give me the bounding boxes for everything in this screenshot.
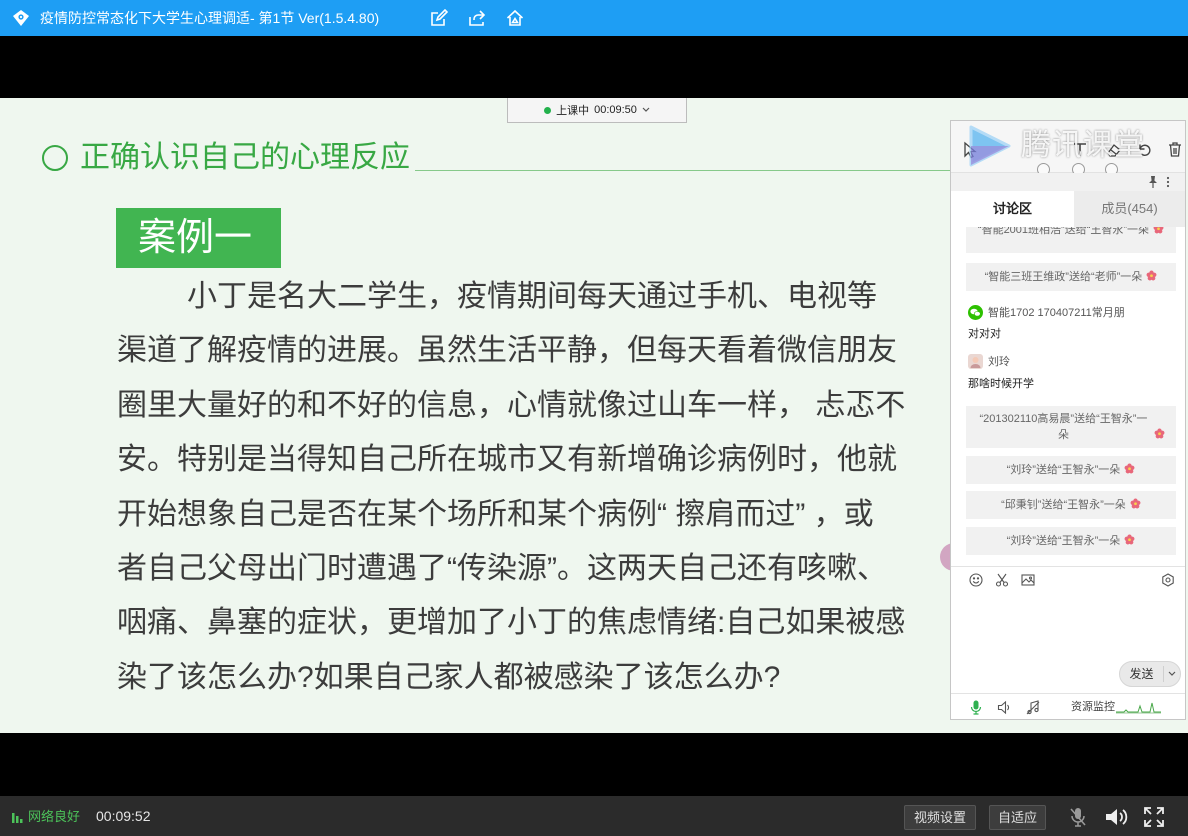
emoji-icon[interactable] <box>969 573 983 587</box>
title-bar: 疫情防控常态化下大学生心理调适- 第1节 Ver(1.5.4.80) <box>0 0 1188 36</box>
settings-icon[interactable] <box>1161 573 1175 587</box>
paragraph-line: 圈里大量好的和不好的信息，心情就像过山车一样， 忐忑不 <box>117 388 906 422</box>
paragraph-line: 开始想象自己是否在某个场所和某个病例“ 擦肩而过” ，或 <box>117 497 874 531</box>
flower-icon <box>1124 463 1135 474</box>
flower-icon <box>1153 227 1164 234</box>
paragraph-line: 染了该怎么办?如果自己家人都被感染了该怎么办? <box>117 660 781 694</box>
gift-notice: “智能2001班相浩”送给“王智永”一朵 <box>966 227 1176 253</box>
send-button[interactable]: 发送 <box>1119 661 1181 687</box>
gift-text: “邱秉钊”送给“王智永”一朵 <box>1001 499 1126 511</box>
app-logo-icon <box>12 9 30 27</box>
case-paragraph: 小丁是名大二学生，疫情期间每天通过手机、电视等 渠道了解疫情的进展。虽然生活平静… <box>117 270 947 705</box>
home-icon[interactable] <box>506 9 524 27</box>
paragraph-line: 咽痛、鼻塞的症状，更增加了小丁的焦虑情绪:自己如果被感 <box>117 606 906 640</box>
gift-text: “智能三班王维政”送给“老师”一朵 <box>984 271 1143 283</box>
image-icon[interactable] <box>1021 573 1035 587</box>
chat-message-header: 刘玲 <box>968 353 1010 369</box>
share-icon[interactable] <box>468 9 486 27</box>
mic-muted-icon[interactable] <box>1068 806 1088 828</box>
speaker-icon[interactable] <box>997 700 1011 715</box>
chat-message-header: 智能1702 170407211常月朋 <box>968 304 1125 320</box>
adaptive-button[interactable]: 自适应 <box>989 805 1046 830</box>
gift-notice: “邱秉钊”送给“王智永”一朵 <box>966 491 1176 519</box>
trash-icon[interactable] <box>1166 141 1184 159</box>
gift-notice: “201302110高易晨”送给“王智永”一朵 <box>966 406 1176 448</box>
music-icon[interactable] <box>1026 700 1040 715</box>
gift-notice: “刘玲”送给“王智永”一朵 <box>966 527 1176 555</box>
resource-monitor-label[interactable]: 资源监控 <box>1071 701 1115 714</box>
edit-icon[interactable] <box>430 9 448 27</box>
volume-icon[interactable] <box>1104 806 1130 828</box>
pin-icon[interactable] <box>1147 175 1159 189</box>
whiteboard-toolbar: 腾讯课堂 <box>951 121 1185 176</box>
heading-circle-icon <box>42 145 68 171</box>
tab-discussion[interactable]: 讨论区 <box>951 191 1074 227</box>
signal-icon <box>12 811 25 823</box>
gift-text: “201302110高易晨”送给“王智永”一朵 <box>979 413 1148 441</box>
window-title: 疫情防控常态化下大学生心理调适- 第1节 Ver(1.5.4.80) <box>40 10 380 26</box>
panel-bottom-bar: 资源监控 <box>951 693 1185 719</box>
network-status: 网络良好 <box>28 809 81 824</box>
input-toolbar <box>951 566 1185 593</box>
chat-list[interactable]: “智能2001班相浩”送给“王智永”一朵 “智能三班王维政”送给“老师”一朵 智… <box>951 227 1185 566</box>
flower-icon <box>1146 270 1157 281</box>
flower-icon <box>1124 534 1135 545</box>
send-label: 发送 <box>1120 666 1164 682</box>
paragraph-line: 者自己父母出门时遭遇了“传染源”。这两天自己还有咳嗽、 <box>117 551 887 585</box>
more-menu-icon[interactable] <box>1165 176 1171 188</box>
case-label: 案例一 <box>116 208 281 268</box>
paragraph-line: 安。特别是当得知自己所在城市又有新增确诊病例时，他就 <box>117 443 897 477</box>
paragraph-line: 小丁是名大二学生，疫情期间每天通过手机、电视等 <box>187 280 877 313</box>
tencent-classroom-logo-icon <box>957 123 1015 169</box>
gift-notice: “刘玲”送给“王智永”一朵 <box>966 456 1176 484</box>
class-state: 上课中 <box>556 105 590 117</box>
chat-sender[interactable]: 刘玲 <box>988 353 1010 369</box>
watermark-text: 腾讯课堂 <box>1021 129 1145 162</box>
video-settings-button[interactable]: 视频设置 <box>904 805 976 830</box>
panel-tabs: 讨论区 成员(454) <box>951 191 1185 227</box>
gift-text: “智能2001班相浩”送给“王智永”一朵 <box>977 227 1150 236</box>
avatar[interactable] <box>968 353 983 369</box>
fullscreen-icon[interactable] <box>1143 806 1165 828</box>
class-status-pill[interactable]: 上课中 00:09:50 <box>507 98 687 123</box>
microphone-icon[interactable] <box>969 700 983 715</box>
tab-members[interactable]: 成员(454) <box>1074 191 1185 227</box>
flower-icon <box>1130 498 1141 509</box>
gift-notice: “智能三班王维政”送给“老师”一朵 <box>966 263 1176 291</box>
gift-text: “刘玲”送给“王智永”一朵 <box>1006 535 1121 547</box>
side-panel: 腾讯课堂 讨论区 成员(454) “智能2001班相浩”送给“王智永”一朵 “智… <box>950 120 1186 720</box>
class-elapsed: 00:09:50 <box>594 104 637 116</box>
scissors-icon[interactable] <box>995 573 1009 587</box>
paragraph-line: 渠道了解疫情的进展。虽然生活平静，但每天看着微信朋友 <box>117 334 897 368</box>
chat-message-text: 对对对 <box>968 328 1001 340</box>
chevron-down-icon[interactable] <box>1164 671 1180 677</box>
resource-graph[interactable] <box>1116 700 1161 714</box>
panel-subheader <box>951 173 1185 191</box>
slide-heading: 正确认识自己的心理反应 <box>80 141 410 174</box>
status-bar: 网络良好 00:09:52 视频设置 自适应 <box>0 796 1188 836</box>
chat-message-text: 那啥时候开学 <box>968 378 1034 390</box>
chat-sender[interactable]: 智能1702 170407211常月朋 <box>988 304 1125 320</box>
live-dot-icon <box>544 106 552 114</box>
chevron-down-icon <box>642 107 650 113</box>
flower-icon <box>1154 428 1165 439</box>
wechat-icon <box>968 304 983 320</box>
class-timer: 00:09:52 <box>96 808 151 824</box>
gift-text: “刘玲”送给“王智永”一朵 <box>1006 464 1121 476</box>
